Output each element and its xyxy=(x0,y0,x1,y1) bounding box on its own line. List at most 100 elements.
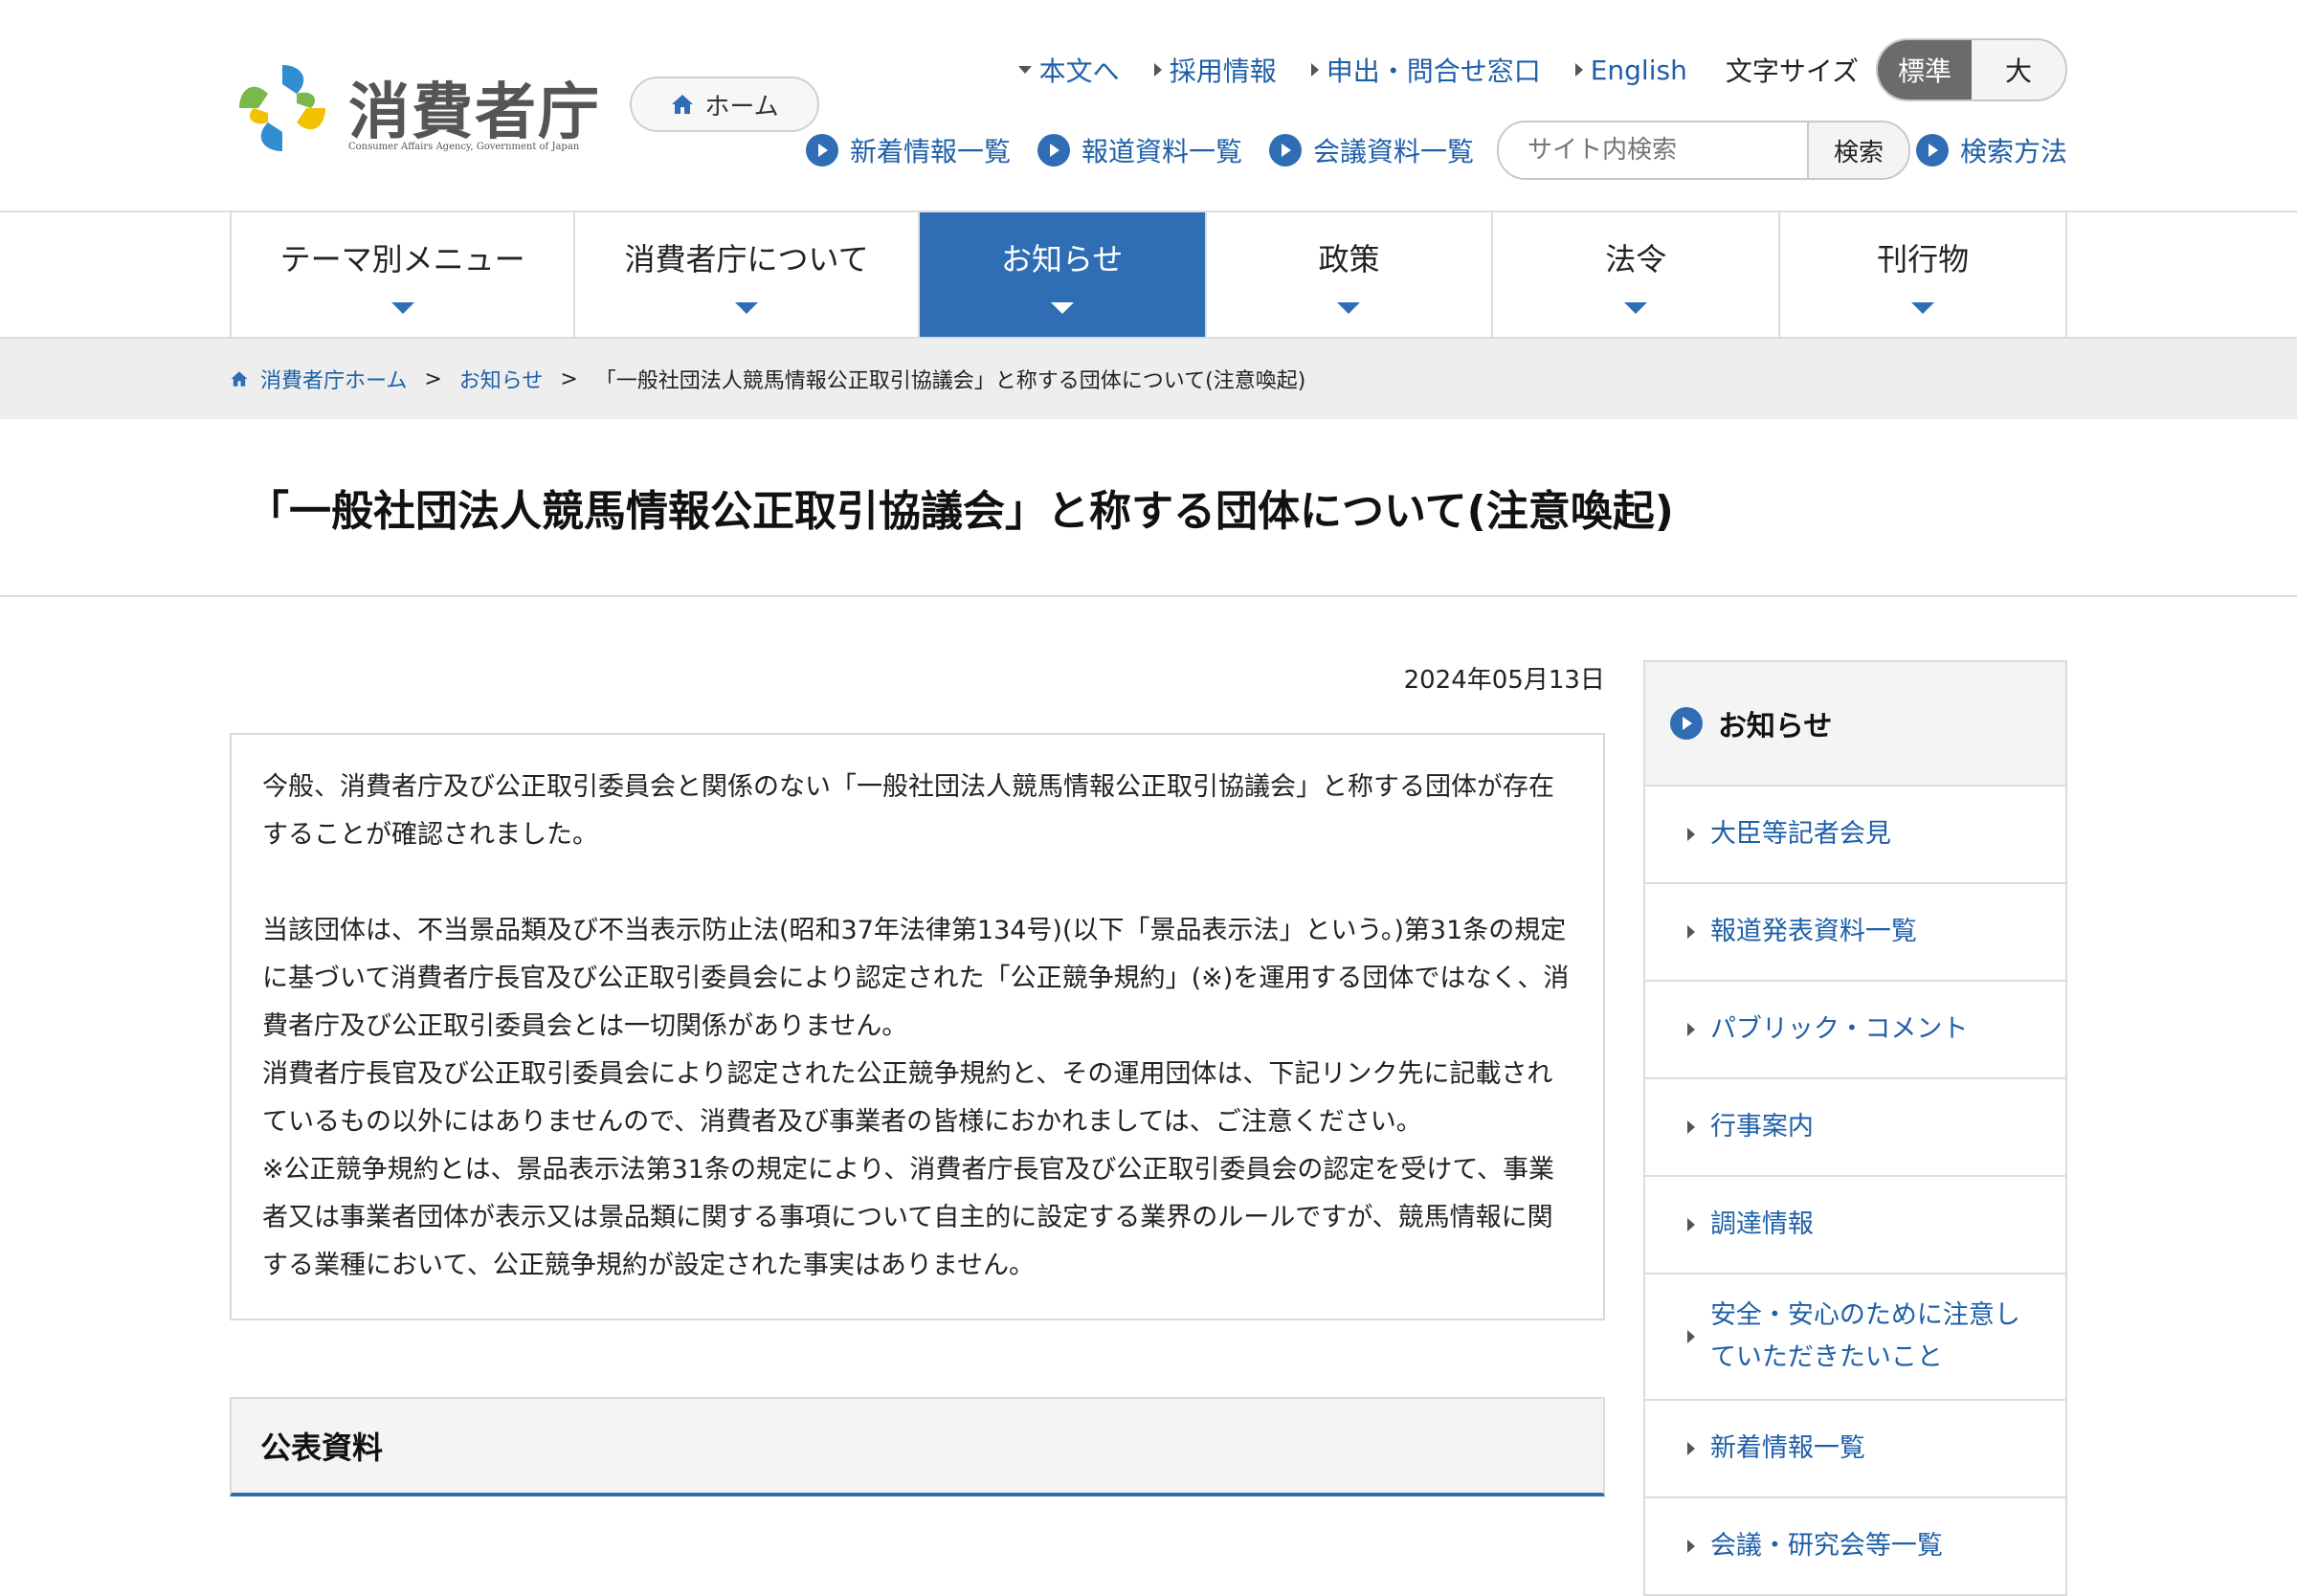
triangle-right-icon xyxy=(1153,63,1162,77)
notice-paragraph: 今般、消費者庁及び公正取引委員会と関係のない「一般社団法人競馬情報公正取引協議会… xyxy=(262,772,1554,850)
breadcrumb-bar: 消費者庁ホーム > お知らせ > 「一般社団法人競馬情報公正取引協議会」と称する… xyxy=(0,339,2297,419)
breadcrumb-separator: > xyxy=(560,366,578,391)
whats-new-link[interactable]: 新着情報一覧 xyxy=(805,131,1011,169)
breadcrumb-separator: > xyxy=(424,366,442,391)
sidebar-item-press-conferences[interactable]: 大臣等記者会見 xyxy=(1644,787,2065,884)
font-size-large-button[interactable]: 大 xyxy=(1972,40,2065,100)
site-logo[interactable]: 消費者庁 Consumer Affairs Agency, Government… xyxy=(230,55,613,161)
link-label: 新着情報一覧 xyxy=(849,136,1011,167)
link-label: English xyxy=(1590,54,1687,86)
global-nav-bar: テーマ別メニュー 消費者庁について お知らせ 政策 法令 刊行物 xyxy=(0,211,2297,339)
title-bar: 「一般社団法人競馬情報公正取引協議会」と称する団体について(注意喚起) xyxy=(0,419,2297,597)
search-help-link[interactable]: 検索方法 xyxy=(1915,131,2067,169)
triangle-right-icon xyxy=(1686,1442,1695,1455)
sidebar-item-label: 安全・安心のために注意していただきたいこと xyxy=(1709,1300,2020,1372)
sidebar-item-label: 報道発表資料一覧 xyxy=(1709,917,1917,946)
global-nav: テーマ別メニュー 消費者庁について お知らせ 政策 法令 刊行物 xyxy=(230,212,2067,337)
triangle-right-icon xyxy=(1686,828,1695,841)
contact-link[interactable]: 申出・問合せ窓口 xyxy=(1310,51,1541,89)
triangle-right-icon xyxy=(1686,1540,1695,1553)
recruitment-link[interactable]: 採用情報 xyxy=(1153,51,1277,89)
meeting-materials-link[interactable]: 会議資料一覧 xyxy=(1268,131,1474,169)
logo-mark-icon xyxy=(239,65,325,151)
sidebar-item-procurement[interactable]: 調達情報 xyxy=(1644,1177,2065,1275)
sidebar-item-label: 大臣等記者会見 xyxy=(1709,819,1891,849)
font-size-toggle: 標準 大 xyxy=(1876,38,2067,101)
caret-down-icon xyxy=(390,302,414,314)
sidebar-item-label: 会議・研究会等一覧 xyxy=(1709,1531,1943,1561)
sidebar-item-meetings[interactable]: 会議・研究会等一覧 xyxy=(1645,1498,2065,1594)
breadcrumb-news-link[interactable]: お知らせ xyxy=(459,364,544,394)
gnav-item-publications[interactable]: 刊行物 xyxy=(1780,212,2067,337)
breadcrumb-label: 消費者庁ホーム xyxy=(260,369,408,393)
quick-links-row: 新着情報一覧 報道資料一覧 会議資料一覧 検索 検索方法 xyxy=(805,121,2067,180)
breadcrumb-home-link[interactable]: 消費者庁ホーム xyxy=(230,364,407,394)
arrow-circle-icon xyxy=(1037,134,1070,166)
notice-box: 今般、消費者庁及び公正取引委員会と関係のない「一般社団法人競馬情報公正取引協議会… xyxy=(230,733,1605,1320)
font-size-standard-button[interactable]: 標準 xyxy=(1878,40,1972,100)
arrow-circle-icon xyxy=(1915,134,1949,166)
triangle-right-icon xyxy=(1686,1023,1695,1036)
link-label: 検索方法 xyxy=(1959,136,2067,167)
site-search: 検索 xyxy=(1496,121,1910,180)
page-title: 「一般社団法人競馬情報公正取引協議会」と称する団体について(注意喚起) xyxy=(247,487,1674,536)
search-button[interactable]: 検索 xyxy=(1806,122,1908,178)
triangle-right-icon xyxy=(1310,63,1319,77)
breadcrumb-current: 「一般社団法人競馬情報公正取引協議会」と称する団体について(注意喚起) xyxy=(594,369,1306,393)
sidebar-item-events[interactable]: 行事案内 xyxy=(1644,1079,2065,1177)
triangle-right-icon xyxy=(1686,1218,1695,1231)
gnav-label: 刊行物 xyxy=(1877,241,1970,277)
sidebar-item-safety-notices[interactable]: 安全・安心のために注意していただきたいこと xyxy=(1644,1275,2065,1401)
sidebar-item-label: 行事案内 xyxy=(1709,1112,1814,1142)
gnav-label: お知らせ xyxy=(1000,241,1124,277)
caret-down-icon xyxy=(1911,302,1935,314)
publish-date: 2024年05月13日 xyxy=(1403,666,1605,695)
press-releases-link[interactable]: 報道資料一覧 xyxy=(1037,131,1242,169)
link-label: 本文へ xyxy=(1038,55,1120,87)
search-input[interactable] xyxy=(1498,122,1807,178)
sidebar-item-whats-new[interactable]: 新着情報一覧 xyxy=(1644,1401,2065,1498)
notice-paragraph: 消費者庁長官及び公正取引委員会により認定された公正競争規約と、その運用団体は、下… xyxy=(262,1059,1553,1137)
section-heading: 公表資料 xyxy=(230,1397,1605,1496)
gnav-item-news[interactable]: お知らせ xyxy=(919,212,1207,337)
arrow-circle-icon xyxy=(805,134,838,166)
sidebar-item-public-comment[interactable]: パブリック・コメント xyxy=(1644,982,2065,1079)
breadcrumb: 消費者庁ホーム > お知らせ > 「一般社団法人競馬情報公正取引協議会」と称する… xyxy=(230,339,2067,419)
sidebar-item-label: パブリック・コメント xyxy=(1709,1014,1969,1044)
gnav-label: 政策 xyxy=(1318,241,1380,277)
gnav-item-about[interactable]: 消費者庁について xyxy=(575,212,920,337)
caret-down-icon xyxy=(735,302,759,314)
caret-down-icon xyxy=(1624,302,1648,314)
home-button[interactable]: ホーム xyxy=(630,77,819,132)
triangle-right-icon xyxy=(1574,63,1583,77)
skip-to-content-link[interactable]: 本文へ xyxy=(1017,51,1120,89)
link-label: 会議資料一覧 xyxy=(1312,136,1474,167)
sidebar-heading-label: お知らせ xyxy=(1717,710,1833,743)
link-label: 申出・問合せ窓口 xyxy=(1326,55,1541,87)
triangle-right-icon xyxy=(1686,1120,1695,1134)
utility-links: 本文へ 採用情報 申出・問合せ窓口 English 文字サイズ 標準 大 xyxy=(1017,38,2067,101)
gnav-item-policy[interactable]: 政策 xyxy=(1207,212,1494,337)
notice-paragraph: ※公正競争規約とは、景品表示法第31条の規定により、消費者庁長官及び公正取引委員… xyxy=(262,1155,1555,1280)
sidebar-item-label: 調達情報 xyxy=(1709,1209,1814,1239)
caret-down-icon xyxy=(1050,302,1074,314)
home-icon xyxy=(231,371,248,387)
logo-text: 消費者庁 xyxy=(348,78,601,148)
home-button-label: ホーム xyxy=(704,92,779,122)
home-icon xyxy=(672,95,694,114)
link-label: 報道資料一覧 xyxy=(1081,136,1242,167)
gnav-item-laws[interactable]: 法令 xyxy=(1493,212,1781,337)
triangle-right-icon xyxy=(1686,1330,1695,1343)
site-header: 消費者庁 Consumer Affairs Agency, Government… xyxy=(230,0,2067,211)
triangle-right-icon xyxy=(1686,925,1695,939)
english-link[interactable]: English xyxy=(1574,54,1687,86)
arrow-circle-icon xyxy=(1669,707,1703,740)
gnav-item-theme-menu[interactable]: テーマ別メニュー xyxy=(232,212,576,337)
gnav-label: 法令 xyxy=(1605,241,1667,277)
arrow-circle-icon xyxy=(1268,134,1302,166)
sidebar-item-press-releases[interactable]: 報道発表資料一覧 xyxy=(1644,884,2065,982)
content-area: 2024年05月13日 今般、消費者庁及び公正取引委員会と関係のない「一般社団法… xyxy=(230,597,2067,1596)
sidebar-heading: お知らせ xyxy=(1644,662,2065,787)
main-column: 2024年05月13日 今般、消費者庁及び公正取引委員会と関係のない「一般社団法… xyxy=(230,660,1605,1596)
notice-paragraph: 当該団体は、不当景品類及び不当表示防止法(昭和37年法律第134号)(以下「景品… xyxy=(262,916,1570,1041)
